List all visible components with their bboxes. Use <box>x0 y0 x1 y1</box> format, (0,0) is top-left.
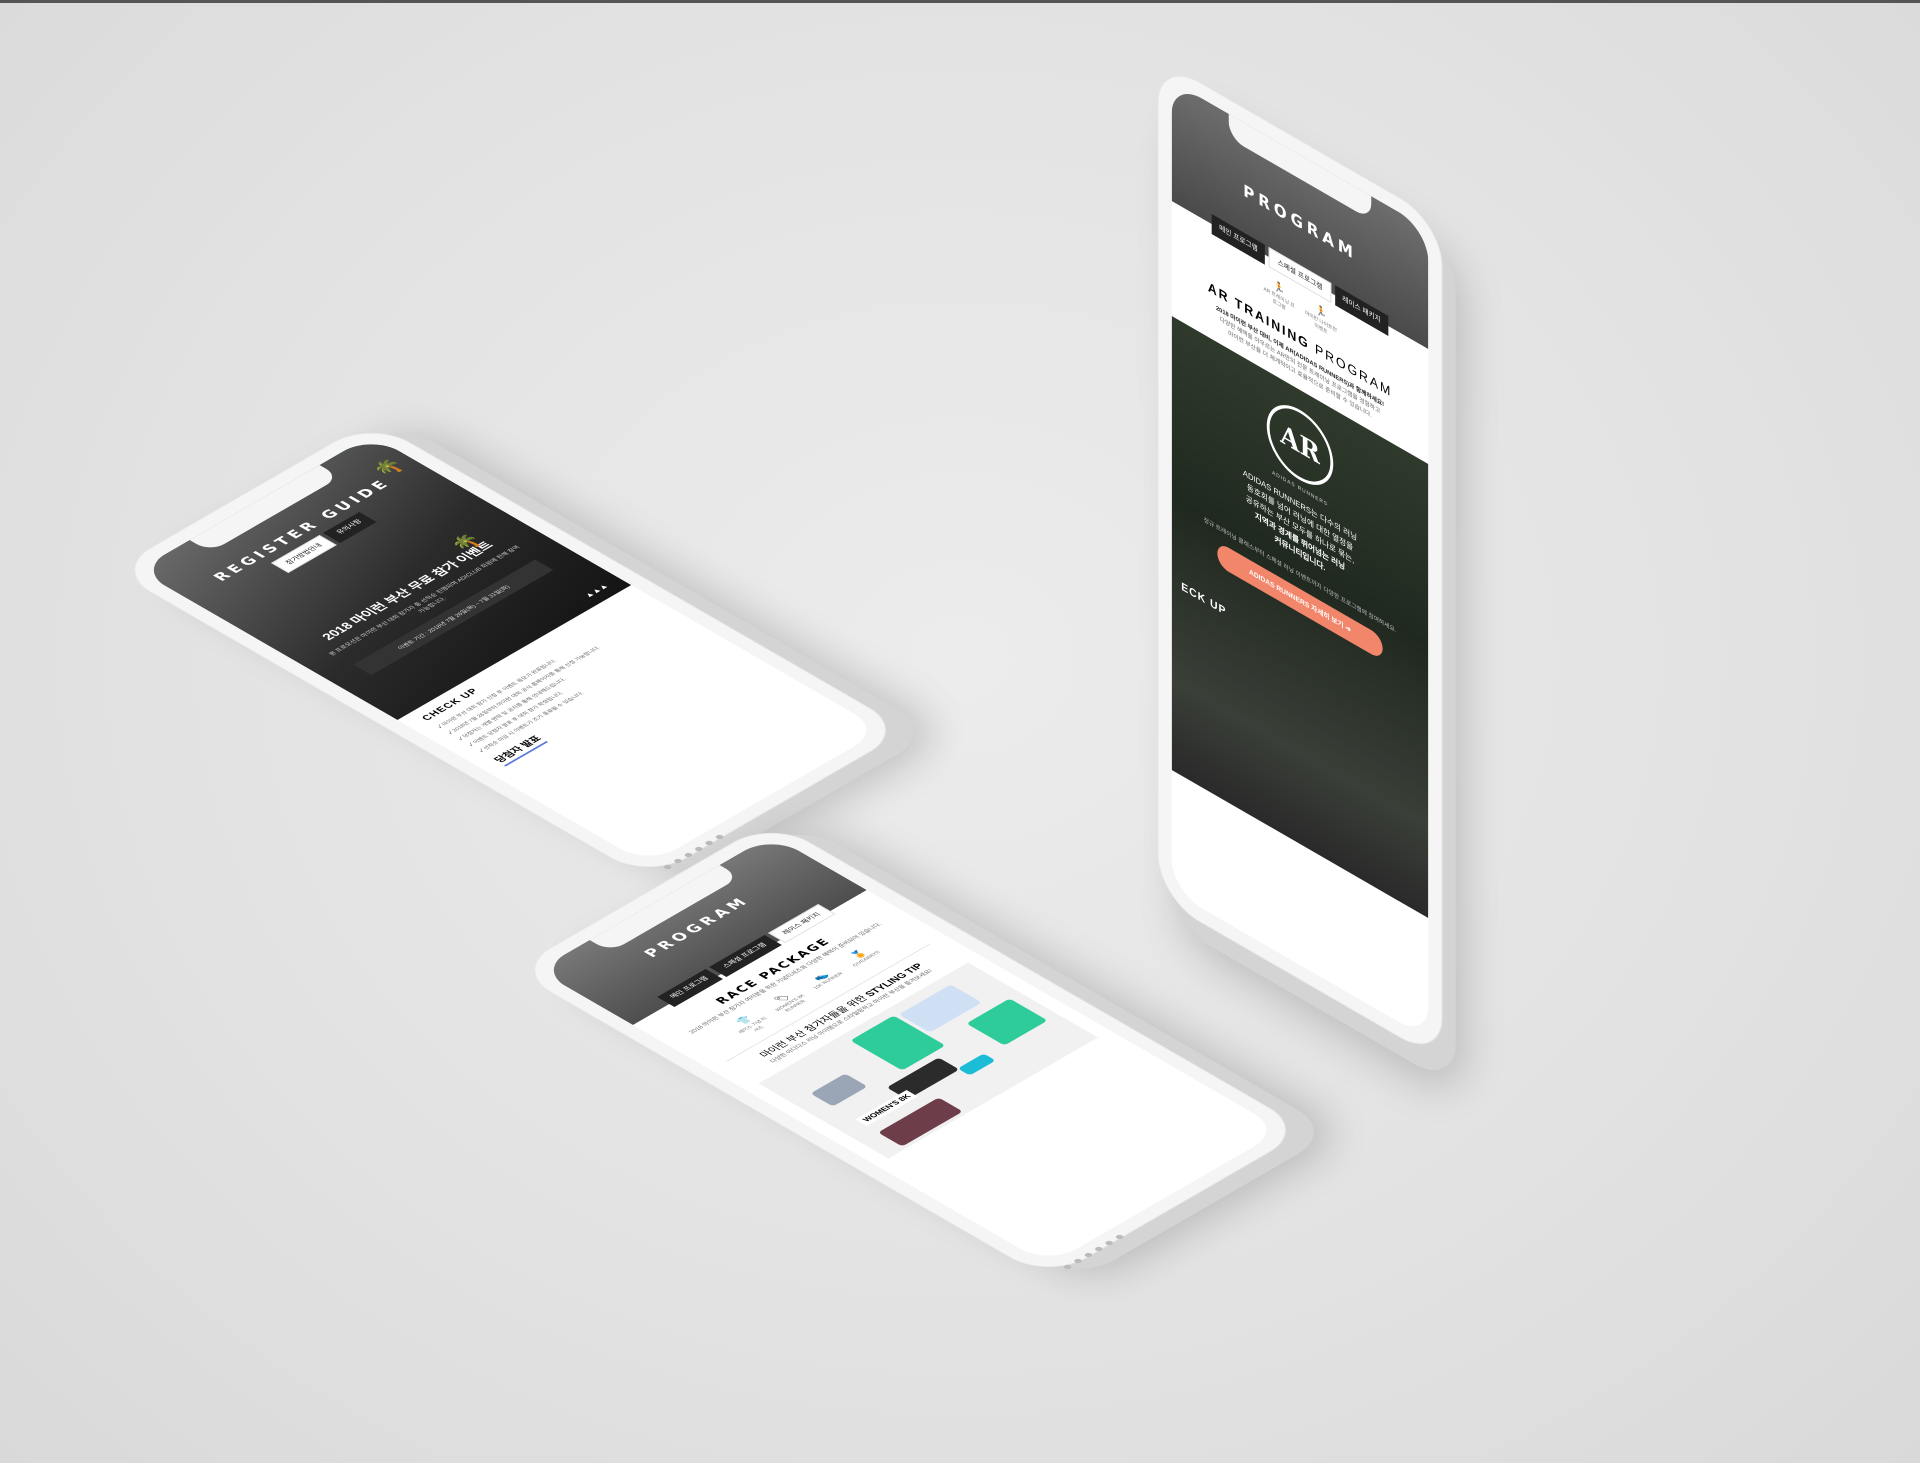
adidas-logo-icon: ▲▲▲ <box>582 582 611 599</box>
shoes-image <box>810 1073 868 1107</box>
phone-register-guide: 🌴 🌴 REGISTER GUIDE 참가방법안내 유의사항 2018 마이런 … <box>111 340 909 960</box>
phone-race-package: PROGRAM 메인 프로그램 스페셜 프로그램 레이스 패키지 RACE PA… <box>511 740 1309 1360</box>
phone-frame: PROGRAM 메인 프로그램 스페셜 프로그램 레이스 패키지 🏃 AR 트레이… <box>1157 57 1443 1063</box>
tee-image <box>966 998 1048 1046</box>
adidas-runners-logo: AR <box>1266 390 1334 500</box>
phone-ar-training: PROGRAM 메인 프로그램 스페셜 프로그램 레이스 패키지 🏃 AR 트레이… <box>1150 57 1450 1063</box>
top-border <box>0 0 1920 3</box>
phone-screen[interactable]: PROGRAM 메인 프로그램 스페셜 프로그램 레이스 패키지 🏃 AR 트레이… <box>1171 80 1429 1040</box>
armband-image <box>957 1053 996 1076</box>
